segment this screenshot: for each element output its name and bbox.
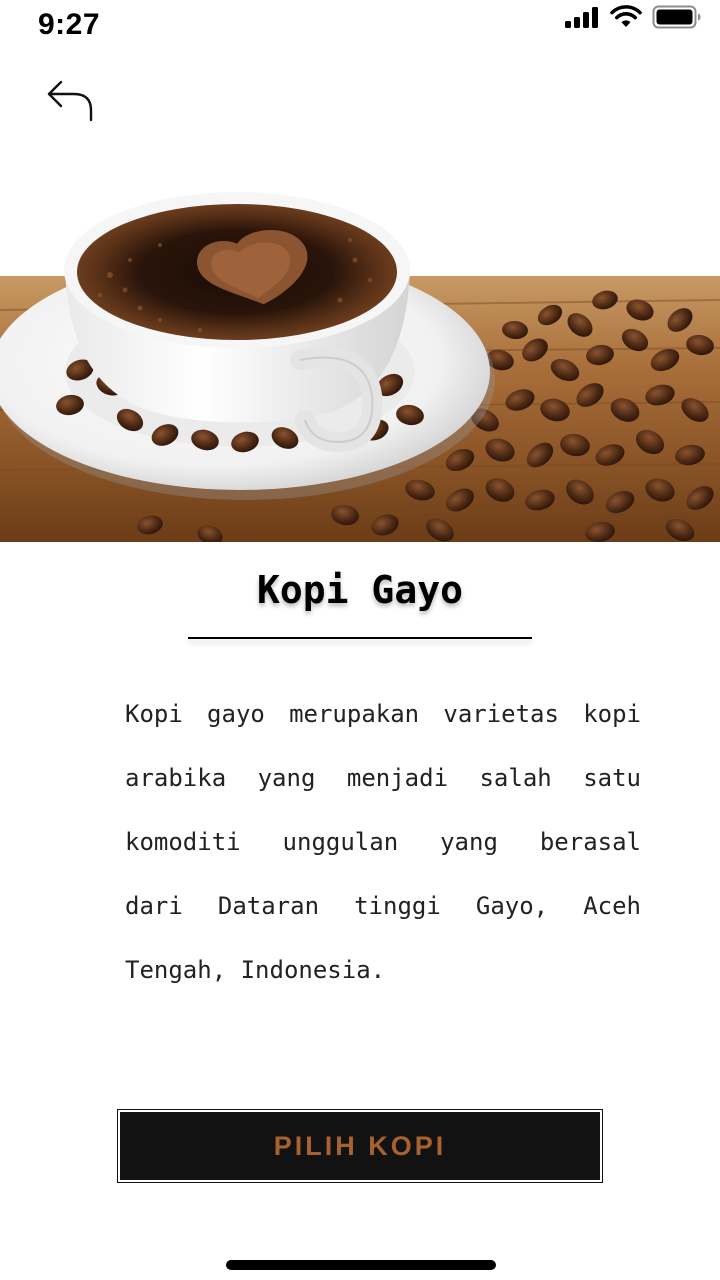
description-line: komoditi unggulan yang berasal xyxy=(125,828,641,856)
wifi-icon xyxy=(610,5,642,27)
home-indicator[interactable] xyxy=(226,1260,496,1270)
description-line: dari Dataran tinggi Gayo, Aceh xyxy=(125,892,641,920)
status-bar: 9:27 xyxy=(0,0,720,52)
page-title: Kopi Gayo xyxy=(257,568,463,612)
hero-image xyxy=(0,180,720,542)
pilih-kopi-button[interactable]: PILIH KOPI xyxy=(117,1109,603,1183)
coffee-cup-with-beans-image xyxy=(0,192,720,542)
description-line: Kopi gayo merupakan varietas kopi xyxy=(125,700,641,728)
description-line: Tengah, Indonesia. xyxy=(125,956,386,984)
status-icons xyxy=(564,4,702,30)
back-button[interactable] xyxy=(44,78,98,124)
title-underline xyxy=(188,637,532,639)
pilih-kopi-label: PILIH KOPI xyxy=(273,1130,447,1161)
product-description: Kopi gayo merupakan varietas kopi arabik… xyxy=(125,682,641,1002)
battery-icon xyxy=(652,5,701,29)
status-time: 9:27 xyxy=(38,8,101,41)
back-arrow-icon xyxy=(47,80,93,122)
description-line: arabika yang menjadi salah satu xyxy=(125,764,641,792)
cellular-signal-icon xyxy=(565,7,598,28)
